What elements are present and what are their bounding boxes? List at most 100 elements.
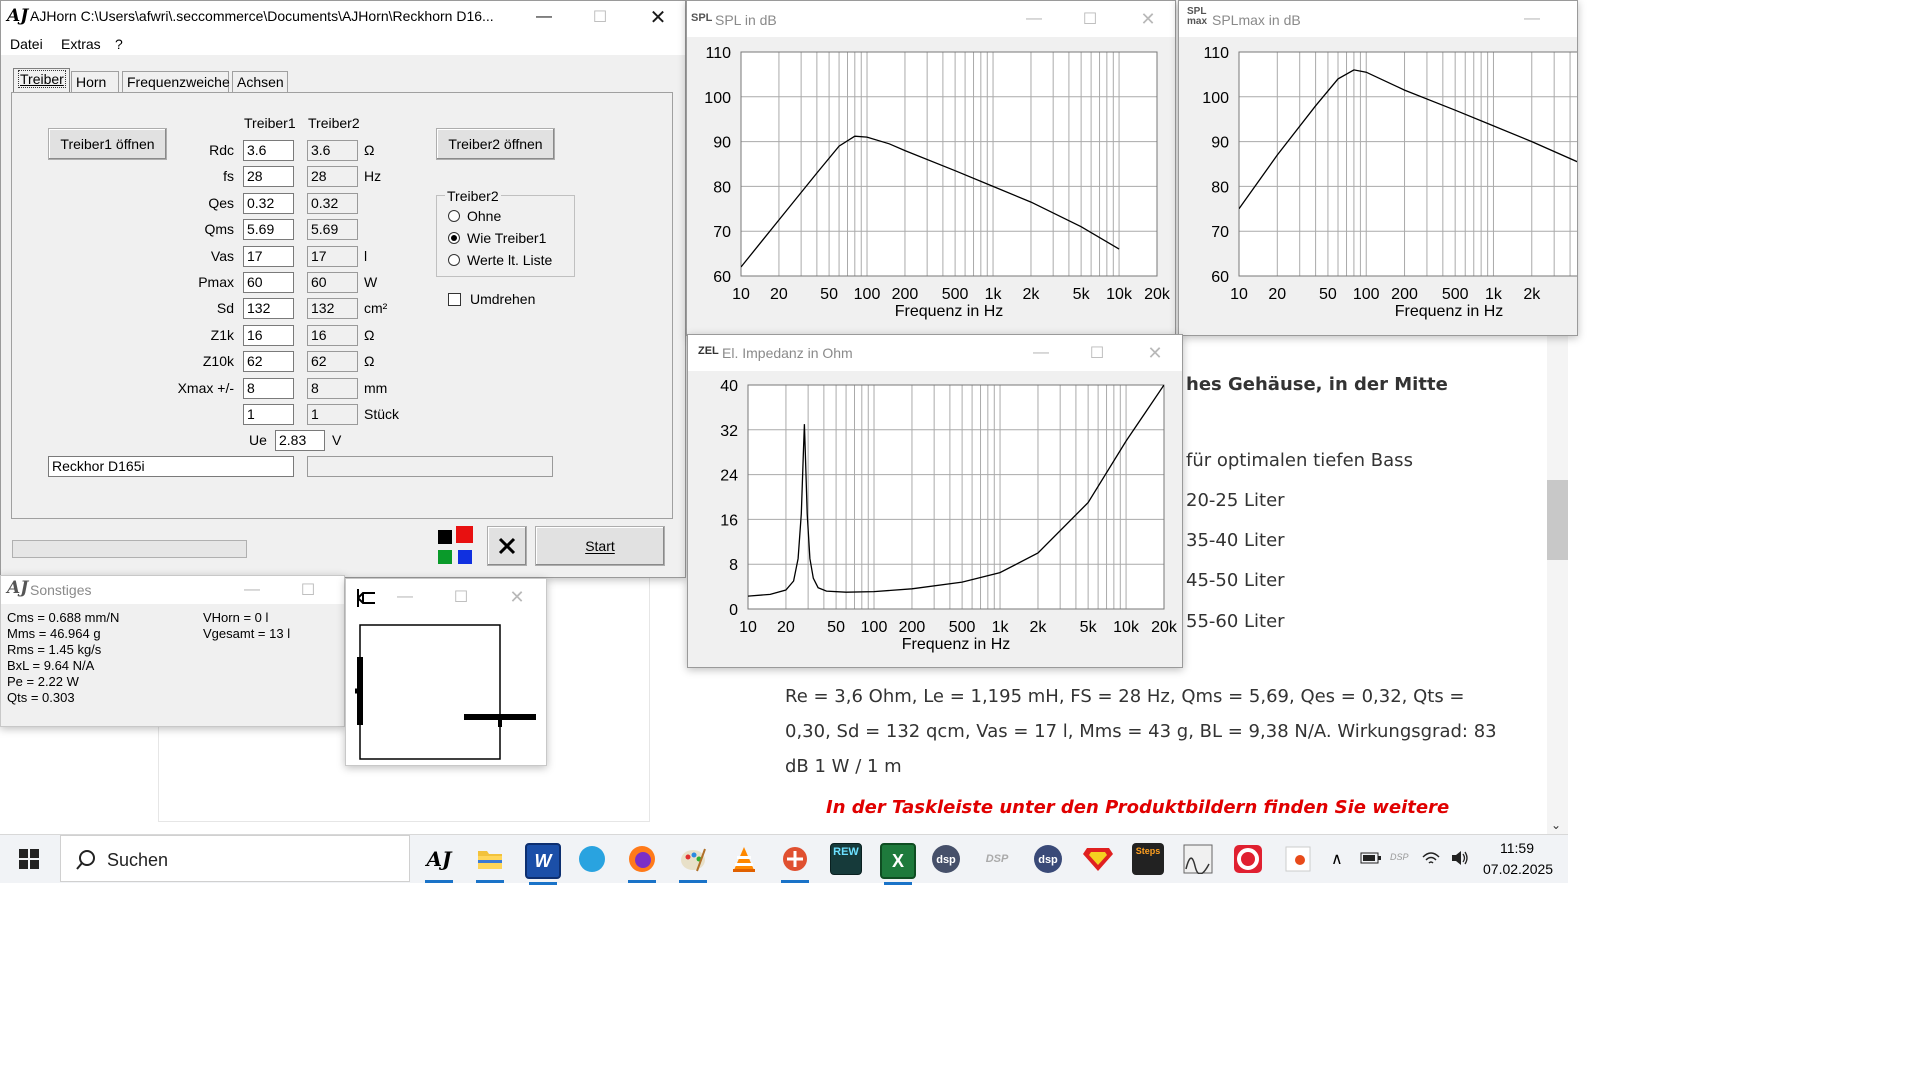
menu-help[interactable]: ? [115,36,123,52]
driver2-radio[interactable] [448,254,460,266]
param-driver1-input[interactable]: 8 [243,378,294,399]
volume-icon[interactable] [1450,849,1470,870]
swatch-blue[interactable] [458,550,472,564]
steps-icon[interactable]: Steps [1132,843,1164,875]
param-driver1-input[interactable]: 3.6 [243,140,294,161]
param-driver1-input[interactable]: 28 [243,166,294,187]
scrollbar[interactable]: ⌄ [1547,336,1568,834]
scrollbar-thumb[interactable] [1547,480,1568,560]
minimize-icon[interactable]: — [1509,1,1555,37]
swatch-black[interactable] [438,530,452,544]
title-bar[interactable]: AJ AJHorn C:\Users\afwri\.seccommerce\Do… [1,1,685,33]
start-button[interactable]: Start [535,526,665,566]
param-driver1-input[interactable]: 132 [243,298,294,319]
close-icon[interactable]: ✕ [1132,335,1178,371]
minimize-icon[interactable]: — [1011,1,1057,37]
app-circle-icon[interactable] [576,843,608,875]
maximize-icon[interactable]: ☐ [285,576,331,604]
param-driver1-input[interactable]: 16 [243,325,294,346]
param-driver2-input[interactable]: 8 [307,378,358,399]
start-button-windows[interactable] [0,835,58,883]
excel-icon[interactable]: X [880,843,916,885]
clock-date[interactable]: 07.02.2025 [1483,861,1553,877]
wifi-icon[interactable] [1421,849,1441,870]
office-icon[interactable] [1282,843,1314,875]
tab-achsen[interactable]: Achsen [232,71,288,93]
dsp-icon[interactable]: dsp [930,843,962,875]
dsp2-icon-label: dsp [1038,854,1058,866]
dsp2-icon[interactable]: dsp [1032,843,1064,875]
minimize-icon[interactable]: — [382,579,428,615]
color-swatches[interactable] [436,526,476,566]
ccleaner-icon[interactable] [1232,843,1264,875]
driver1-name-field[interactable]: Reckhor D165i [48,456,294,477]
param-driver2-input[interactable]: 3.6 [307,140,358,161]
param-label: Qms [204,221,234,237]
open-driver1-button[interactable]: Treiber1 öffnen [48,128,167,160]
swatch-green[interactable] [438,550,452,564]
splmax-title-bar[interactable]: SPL max SPLmax in dB — [1179,1,1577,37]
tab-treiber[interactable]: Treiber [13,68,70,93]
menu-datei[interactable]: Datei [10,36,43,52]
ue-input[interactable]: 2.83 [275,430,325,451]
horn-app-icon [357,589,375,607]
param-driver2-input[interactable]: 1 [307,404,358,425]
cancel-x-button[interactable] [487,526,527,566]
close-icon[interactable]: ✕ [635,1,681,33]
ajhorn-taskbar-icon[interactable]: AJ [423,843,455,883]
param-driver2-input[interactable]: 5.69 [307,219,358,240]
word-icon[interactable]: W [525,843,561,885]
param-driver2-input[interactable]: 60 [307,272,358,293]
horn-shape-title-bar[interactable]: — ☐ ✕ [346,579,546,615]
spl-title-bar[interactable]: SPL SPL in dB — ☐ ✕ [687,1,1175,37]
param-driver1-input[interactable]: 60 [243,272,294,293]
paint-icon[interactable] [677,843,709,883]
driver2-radio[interactable] [448,232,460,244]
explorer-icon[interactable] [474,843,506,883]
minimize-icon[interactable]: — [1018,335,1064,371]
minimize-icon[interactable]: — [521,1,567,33]
param-driver2-input[interactable]: 16 [307,325,358,346]
menu-extras[interactable]: Extras [61,36,101,52]
maximize-icon[interactable]: ☐ [438,579,484,615]
param-driver2-input[interactable]: 0.32 [307,193,358,214]
impedance-title-bar[interactable]: ZEL El. Impedanz in Ohm — ☐ ✕ [688,335,1182,371]
swatch-red[interactable] [456,526,473,543]
minimize-icon[interactable]: — [229,576,275,604]
battery-icon[interactable] [1360,851,1382,868]
tray-chevron-icon[interactable]: ∧ [1331,849,1343,869]
maximize-icon[interactable]: ☐ [1074,335,1120,371]
app-red-icon[interactable] [779,843,811,883]
sonstiges-title-bar[interactable]: AJ Sonstiges — ☐ [1,576,344,604]
tab-horn[interactable]: Horn [71,71,119,93]
param-driver1-input[interactable]: 0.32 [243,193,294,214]
open-driver2-button[interactable]: Treiber2 öffnen [436,128,555,160]
driver2-name-field[interactable] [307,456,553,477]
driver2-radio[interactable] [448,210,460,222]
dsp-gray-icon[interactable]: DSP [981,843,1013,875]
clock-time[interactable]: 11:59 [1500,840,1534,856]
close-icon[interactable]: ✕ [1125,1,1171,37]
param-driver2-input[interactable]: 17 [307,246,358,267]
param-driver2-input[interactable]: 132 [307,298,358,319]
scroll-down-icon[interactable]: ⌄ [1551,818,1561,832]
close-icon[interactable]: ✕ [494,579,540,615]
tab-frequenzweiche[interactable]: Frequenzweiche [122,71,230,93]
param-driver2-input[interactable]: 62 [307,351,358,372]
vlc-icon[interactable] [728,843,760,875]
param-driver1-input[interactable]: 62 [243,351,294,372]
superman-icon[interactable] [1082,843,1114,875]
invert-checkbox[interactable] [448,293,461,306]
x-tick-label: 20 [1268,286,1286,303]
dsp-tray-icon[interactable]: DSP [1390,852,1409,862]
firefox-icon[interactable] [626,843,658,883]
maximize-icon[interactable]: ☐ [1067,1,1113,37]
param-driver2-input[interactable]: 28 [307,166,358,187]
maximize-icon[interactable]: ☐ [577,1,623,33]
param-driver1-input[interactable]: 1 [243,404,294,425]
param-driver1-input[interactable]: 17 [243,246,294,267]
param-driver1-input[interactable]: 5.69 [243,219,294,240]
graph-icon[interactable] [1182,843,1214,875]
taskbar-search-box[interactable]: Suchen [60,835,410,882]
rew-icon[interactable]: REW [830,843,862,875]
